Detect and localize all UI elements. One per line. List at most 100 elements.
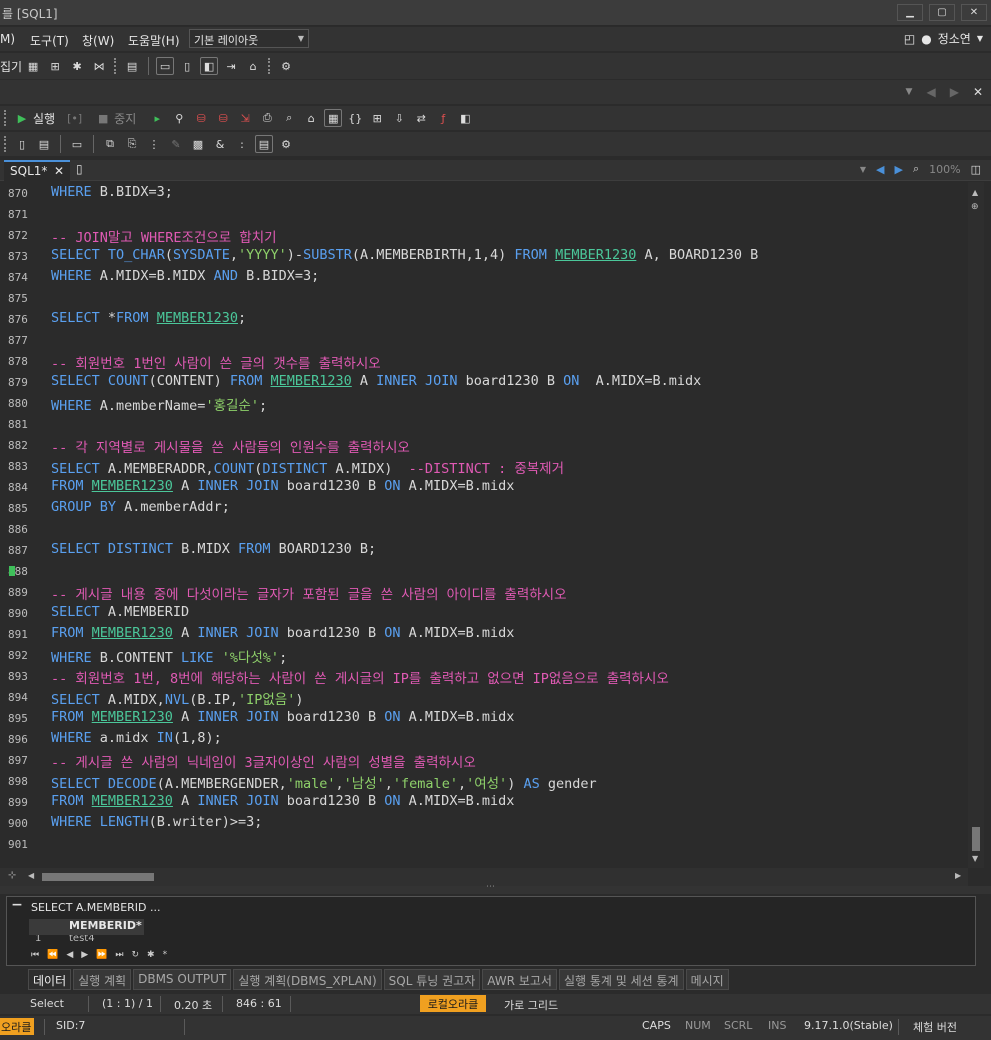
code-line[interactable]: 879 SELECT COUNT(CONTENT) FROM MEMBER1230…	[0, 372, 968, 393]
ampersand-icon[interactable]: &	[211, 135, 229, 153]
tab-awr-report[interactable]: AWR 보고서	[482, 969, 557, 990]
chevron-down-icon[interactable]: ▼	[906, 87, 913, 97]
arrow-right-icon[interactable]: ▶	[950, 85, 959, 99]
first-page-icon[interactable]: ⏮	[31, 950, 39, 960]
sql-save-icon[interactable]: ▦	[24, 57, 42, 75]
explain-icon[interactable]: ⚲	[170, 109, 188, 127]
code-line[interactable]: 894 SELECT A.MIDX,NVL(B.IP,'IP없음')	[0, 687, 968, 708]
close-button[interactable]: ✕	[961, 4, 987, 21]
stop-icon[interactable]: ■	[94, 109, 112, 127]
next-page-icon[interactable]: ⏩	[96, 950, 107, 960]
drag-handle-icon[interactable]: ⋯	[486, 882, 495, 892]
tab-plan[interactable]: 실행 계획	[73, 969, 132, 990]
window-settings-icon[interactable]: ⚙	[277, 135, 295, 153]
layout-select[interactable]: 기본 레이아웃 ▼	[189, 29, 309, 48]
tab-sql1[interactable]: SQL1* ✕	[4, 160, 70, 181]
code-line[interactable]: 888	[0, 561, 968, 582]
panel-splitter[interactable]: ⋯	[0, 882, 991, 894]
refresh-icon[interactable]: ↻	[132, 950, 140, 960]
code-line[interactable]: 883 SELECT A.MEMBERADDR,COUNT(DISTINCT A.…	[0, 456, 968, 477]
checker-icon[interactable]: ▩	[189, 135, 207, 153]
window-list-icon[interactable]: ▤	[255, 135, 273, 153]
zoom-level[interactable]: 100%	[929, 163, 960, 176]
code-line[interactable]: 896 WHERE a.midx IN(1,8);	[0, 729, 968, 750]
tab-dbms-xplan[interactable]: 실행 계획(DBMS_XPLAN)	[233, 969, 382, 990]
code-line[interactable]: 870 WHERE B.BIDX=3;	[0, 183, 968, 204]
menu-item-window[interactable]: 창(W)	[82, 32, 114, 49]
code-line[interactable]: 889 -- 게시글 내용 중에 다섯이라는 글자가 포함된 글을 쓴 사람의 아…	[0, 582, 968, 603]
column-header[interactable]: MEMBERID*	[29, 919, 144, 935]
layout-3-icon[interactable]: ◧	[200, 57, 219, 75]
menu-item-help[interactable]: 도움말(H)	[128, 32, 180, 49]
compare-icon[interactable]: ⇄	[412, 109, 430, 127]
pen-icon[interactable]: ✎	[167, 135, 185, 153]
layout-2-icon[interactable]: ▯	[178, 57, 196, 75]
debug-icon[interactable]: ✱	[68, 57, 86, 75]
code-line[interactable]: 893 -- 회원번호 1번, 8번에 해당하는 사람이 쓴 게시글의 IP를 출…	[0, 666, 968, 687]
export-icon[interactable]: ⇩	[390, 109, 408, 127]
code-line[interactable]: 872 -- JOIN말고 WHERE조건으로 합치기	[0, 225, 968, 246]
code-line[interactable]: 881	[0, 414, 968, 435]
scroll-thumb[interactable]	[42, 873, 154, 881]
vertical-scrollbar[interactable]: ▲ ⊕ ▼	[968, 182, 984, 868]
feedback-icon[interactable]: ◰	[904, 32, 915, 46]
grid-icon[interactable]: ▦	[324, 109, 343, 127]
arrow-left-icon[interactable]: ◀	[926, 85, 935, 99]
close-icon[interactable]: ✕	[973, 85, 983, 99]
paste-icon[interactable]: ⎘	[123, 135, 141, 153]
user-box[interactable]: ◰ ● 정소연 ▼	[904, 30, 983, 47]
close-icon[interactable]: ✕	[54, 164, 64, 178]
connection-badge[interactable]: 로컬오라클	[420, 995, 486, 1012]
zoom-icon[interactable]: ⌕	[913, 162, 919, 176]
insert-icon[interactable]: ✱	[147, 950, 155, 960]
exit-icon[interactable]: ⇥	[222, 57, 240, 75]
split-view-icon[interactable]: ◫	[971, 163, 981, 176]
restore-button[interactable]: ▢	[929, 4, 955, 21]
code-line[interactable]: 884 FROM MEMBER1230 A INNER JOIN board123…	[0, 477, 968, 498]
panel-toggle-icon[interactable]: ◧	[456, 109, 474, 127]
schema-icon[interactable]: ⊞	[46, 57, 64, 75]
code-line[interactable]: 897 -- 게시글 쓴 사람의 닉네임이 3글자이상인 사람의 성별을 출력하시…	[0, 750, 968, 771]
prev-row-icon[interactable]: ◀	[66, 950, 73, 960]
code-line[interactable]: 898 SELECT DECODE(A.MEMBERGENDER,'male','…	[0, 771, 968, 792]
format-icon[interactable]: {}	[346, 109, 364, 127]
sql-tuner-icon[interactable]: ƒ	[434, 109, 452, 127]
layout-1-icon[interactable]: ▭	[156, 57, 175, 75]
settings-icon[interactable]: ⚙	[277, 57, 295, 75]
sql-search-icon[interactable]: ⌕	[280, 109, 298, 127]
horizontal-scrollbar[interactable]: ⊹ ◀ ▶	[0, 868, 968, 886]
last-page-icon[interactable]: ⏭	[115, 950, 123, 960]
minimize-button[interactable]: ▁	[897, 4, 923, 21]
code-line[interactable]: 895 FROM MEMBER1230 A INNER JOIN board123…	[0, 708, 968, 729]
next-row-icon[interactable]: ▶	[81, 950, 88, 960]
open-file-icon[interactable]: ▤	[35, 135, 53, 153]
collapse-button[interactable]: −	[6, 897, 28, 919]
tab-data[interactable]: 데이터	[28, 969, 72, 990]
save-icon[interactable]: ▭	[68, 135, 86, 153]
code-line[interactable]: 890 SELECT A.MEMBERID	[0, 603, 968, 624]
scroll-left-icon[interactable]: ◀	[28, 871, 34, 880]
lock-icon[interactable]: ⌂	[302, 109, 320, 127]
sql-editor[interactable]: 870 WHERE B.BIDX=3; 871 872 -- JOIN말고 WHERE조…	[0, 182, 968, 868]
menu-item-tools[interactable]: 도구(T)	[30, 32, 69, 49]
code-line[interactable]: 899 FROM MEMBER1230 A INNER JOIN board123…	[0, 792, 968, 813]
diagram-icon[interactable]: ⋈	[90, 57, 108, 75]
run-icon[interactable]: ▶	[13, 109, 31, 127]
code-line[interactable]: 887 SELECT DISTINCT B.MIDX FROM BOARD1230…	[0, 540, 968, 561]
scroll-split-icon[interactable]: ⊕	[971, 202, 979, 212]
run-button[interactable]: 실행	[33, 110, 55, 127]
code-line[interactable]: 900 WHERE LENGTH(B.writer)>=3;	[0, 813, 968, 834]
split-icon[interactable]: ⊹	[8, 870, 16, 881]
prev-icon[interactable]: ◀	[876, 163, 884, 176]
code-line[interactable]: 891 FROM MEMBER1230 A INNER JOIN board123…	[0, 624, 968, 645]
code-line[interactable]: 873 SELECT TO_CHAR(SYSDATE,'YYYY')-SUBSTR…	[0, 246, 968, 267]
code-line[interactable]: 876 SELECT *FROM MEMBER1230;	[0, 309, 968, 330]
cancel-icon[interactable]: ⇲	[236, 109, 254, 127]
code-line[interactable]: 901	[0, 834, 968, 855]
stop-button[interactable]: 중지	[114, 110, 136, 127]
code-line[interactable]: 886	[0, 519, 968, 540]
chevron-down-icon[interactable]: ▼	[860, 165, 866, 174]
trace-icon[interactable]: ⛁	[192, 109, 210, 127]
prev-page-icon[interactable]: ⏪	[47, 950, 58, 960]
next-icon[interactable]: ▶	[895, 163, 903, 176]
